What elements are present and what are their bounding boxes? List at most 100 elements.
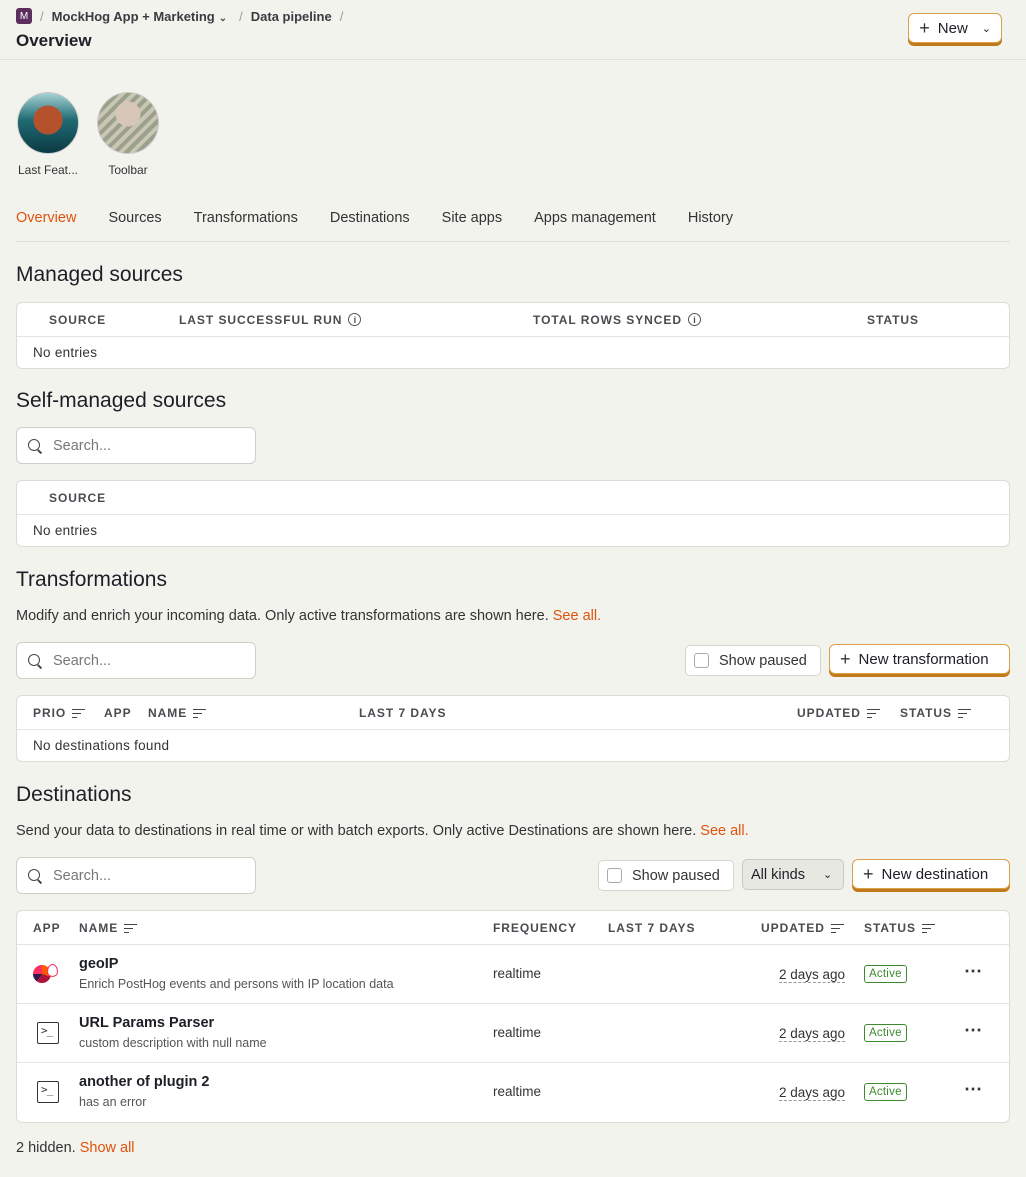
show-paused-toggle[interactable]: Show paused bbox=[685, 645, 821, 676]
org-avatar[interactable]: M bbox=[16, 8, 32, 24]
info-icon[interactable]: i bbox=[348, 313, 362, 326]
tab-site-apps[interactable]: Site apps bbox=[442, 210, 502, 242]
sort-icon bbox=[830, 923, 844, 934]
app-tile[interactable]: Last Feat... bbox=[16, 92, 80, 177]
more-options-icon[interactable]: ⋯ bbox=[964, 961, 983, 982]
frequency: realtime bbox=[493, 1084, 542, 1099]
destinations-description: Send your data to destinations in real t… bbox=[16, 823, 749, 839]
destination-description: custom description with null name bbox=[79, 1036, 267, 1050]
show-paused-toggle[interactable]: Show paused bbox=[598, 860, 734, 891]
transformations-search[interactable] bbox=[16, 642, 256, 679]
checkbox[interactable] bbox=[694, 653, 709, 668]
frequency: realtime bbox=[493, 1025, 542, 1040]
info-icon[interactable]: i bbox=[688, 313, 701, 326]
transformations-description: Modify and enrich your incoming data. On… bbox=[16, 608, 601, 624]
table-row[interactable]: another of plugin 2 has an error realtim… bbox=[17, 1063, 1009, 1122]
breadcrumb-section[interactable]: Data pipeline bbox=[251, 9, 332, 24]
more-options-icon[interactable]: ⋯ bbox=[964, 1020, 983, 1041]
search-input[interactable] bbox=[53, 652, 243, 669]
column-status[interactable]: STATUS bbox=[900, 706, 971, 720]
destinations-table: APP NAME FREQUENCY LAST 7 DAYS UPDATED S… bbox=[16, 910, 1010, 1123]
app-label: Last Feat... bbox=[17, 163, 79, 177]
destination-name[interactable]: another of plugin 2 bbox=[79, 1074, 210, 1090]
column-updated[interactable]: UPDATED bbox=[761, 921, 844, 935]
app-avatar bbox=[97, 92, 159, 154]
top-bar: M / MockHog App + Marketing ⌄ / Data pipe… bbox=[0, 0, 1026, 60]
sort-icon bbox=[72, 708, 86, 719]
empty-state: No destinations found bbox=[33, 738, 170, 753]
description-text: Send your data to destinations in real t… bbox=[16, 823, 697, 839]
column-prio[interactable]: PRIO bbox=[33, 706, 86, 720]
frequency: realtime bbox=[493, 966, 542, 981]
table-row[interactable]: geoIP Enrich PostHog events and persons … bbox=[17, 945, 1009, 1004]
new-destination-label: New destination bbox=[881, 865, 989, 883]
new-transformation-label: New transformation bbox=[858, 650, 989, 668]
tab-sources[interactable]: Sources bbox=[108, 210, 161, 242]
new-button[interactable]: + New ⌄ bbox=[908, 13, 1002, 43]
show-paused-label: Show paused bbox=[632, 867, 720, 884]
column-name[interactable]: NAME bbox=[148, 706, 207, 720]
managed-sources-title: Managed sources bbox=[16, 263, 183, 286]
show-all-link[interactable]: Show all bbox=[80, 1140, 135, 1156]
sort-icon bbox=[866, 708, 880, 719]
page-title: Overview bbox=[16, 31, 92, 50]
tab-overview[interactable]: Overview bbox=[16, 210, 76, 242]
hidden-count: 2 hidden. Show all bbox=[16, 1140, 135, 1156]
kinds-select[interactable]: All kinds ⌄ bbox=[742, 859, 844, 890]
column-source: SOURCE bbox=[49, 490, 107, 505]
destination-info: geoIP Enrich PostHog events and persons … bbox=[79, 956, 394, 991]
checkbox[interactable] bbox=[607, 868, 622, 883]
search-input[interactable] bbox=[53, 437, 243, 454]
column-status[interactable]: STATUS bbox=[864, 921, 935, 935]
column-name[interactable]: NAME bbox=[79, 921, 138, 935]
chevron-down-icon: ⌄ bbox=[218, 12, 228, 24]
plus-icon: + bbox=[840, 649, 851, 669]
tab-apps-management[interactable]: Apps management bbox=[534, 210, 656, 242]
see-all-link[interactable]: See all. bbox=[700, 823, 748, 839]
new-transformation-button[interactable]: + New transformation bbox=[829, 644, 1010, 674]
tab-bar: Overview Sources Transformations Destina… bbox=[16, 210, 1010, 242]
column-frequency: FREQUENCY bbox=[493, 920, 577, 935]
destinations-search[interactable] bbox=[16, 857, 256, 894]
empty-state: No entries bbox=[33, 523, 98, 538]
column-last-7-days: LAST 7 DAYS bbox=[608, 920, 696, 935]
table-header: SOURCE LAST SUCCESSFUL RUN i TOTAL ROWS S… bbox=[17, 303, 1009, 337]
show-paused-label: Show paused bbox=[719, 652, 807, 669]
plus-icon: + bbox=[863, 864, 874, 884]
breadcrumb-separator: / bbox=[239, 8, 243, 24]
sort-icon bbox=[957, 708, 971, 719]
hidden-text: 2 hidden. bbox=[16, 1140, 76, 1156]
sort-icon bbox=[124, 923, 138, 934]
app-tile[interactable]: Toolbar bbox=[96, 92, 160, 177]
destination-name[interactable]: URL Params Parser bbox=[79, 1015, 267, 1031]
breadcrumb-project[interactable]: MockHog App + Marketing ⌄ bbox=[52, 9, 228, 24]
site-apps-strip: Last Feat... Toolbar bbox=[16, 92, 160, 177]
updated-time: 2 days ago bbox=[779, 1026, 846, 1042]
tab-history[interactable]: History bbox=[688, 210, 733, 242]
destination-description: has an error bbox=[79, 1095, 147, 1109]
chevron-down-icon: ⌄ bbox=[981, 22, 991, 35]
see-all-link[interactable]: See all. bbox=[553, 608, 601, 624]
column-status: STATUS bbox=[867, 312, 919, 327]
sort-icon bbox=[193, 708, 207, 719]
self-managed-search[interactable] bbox=[16, 427, 256, 464]
search-input[interactable] bbox=[53, 867, 243, 884]
tab-destinations[interactable]: Destinations bbox=[330, 210, 410, 242]
column-updated[interactable]: UPDATED bbox=[797, 706, 880, 720]
status-badge: Active bbox=[864, 1024, 907, 1042]
destinations-title: Destinations bbox=[16, 783, 132, 806]
destination-name[interactable]: geoIP bbox=[79, 956, 394, 972]
destination-info: URL Params Parser custom description wit… bbox=[79, 1015, 267, 1050]
more-options-icon[interactable]: ⋯ bbox=[964, 1079, 983, 1100]
breadcrumb: M / MockHog App + Marketing ⌄ / Data pipe… bbox=[16, 8, 1010, 24]
updated-time: 2 days ago bbox=[779, 1085, 846, 1101]
table-row[interactable]: URL Params Parser custom description wit… bbox=[17, 1004, 1009, 1063]
table-header: SOURCE bbox=[17, 481, 1009, 515]
new-destination-button[interactable]: + New destination bbox=[852, 859, 1010, 889]
tab-transformations[interactable]: Transformations bbox=[194, 210, 298, 242]
kinds-select-value: All kinds bbox=[751, 866, 805, 883]
table-header: APP NAME FREQUENCY LAST 7 DAYS UPDATED S… bbox=[17, 911, 1009, 945]
destination-description: Enrich PostHog events and persons with I… bbox=[79, 977, 394, 991]
new-button-label: New bbox=[937, 19, 968, 37]
terminal-icon bbox=[37, 1081, 59, 1103]
